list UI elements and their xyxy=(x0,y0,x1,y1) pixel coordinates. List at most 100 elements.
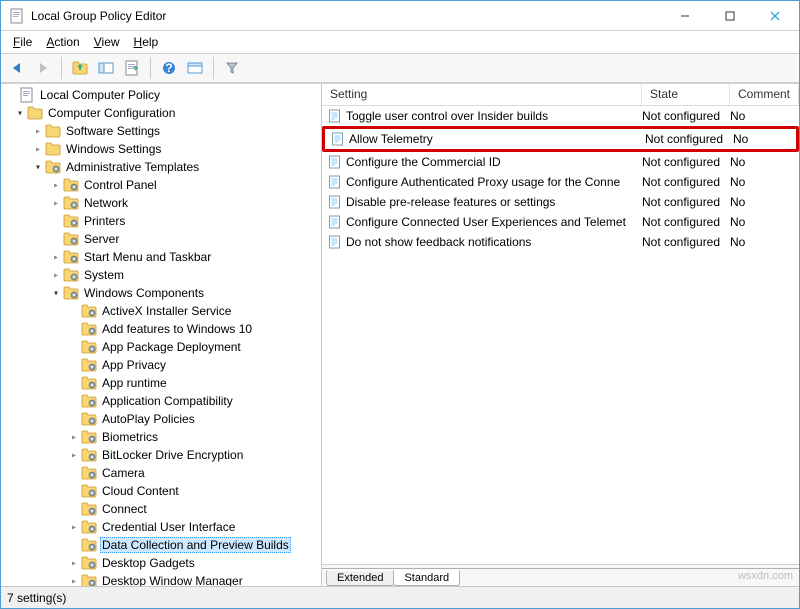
tree-software-settings[interactable]: Software Settings xyxy=(3,122,321,140)
setting-name: Do not show feedback notifications xyxy=(346,235,531,249)
policy-icon xyxy=(328,109,342,123)
setting-name: Configure the Commercial ID xyxy=(346,155,501,169)
folder-gear-icon xyxy=(81,358,97,372)
tree-wc-apppkg[interactable]: App Package Deployment xyxy=(3,338,321,356)
column-setting[interactable]: Setting xyxy=(322,84,642,105)
menu-help[interactable]: Help xyxy=(128,33,165,51)
policy-icon xyxy=(328,215,342,229)
tree-wc-activex[interactable]: ActiveX Installer Service xyxy=(3,302,321,320)
app-icon xyxy=(9,8,25,24)
folder-gear-icon xyxy=(81,448,97,462)
setting-row[interactable]: Configure the Commercial ID Not configure… xyxy=(322,152,799,172)
forward-button[interactable] xyxy=(31,56,55,80)
statusbar: 7 setting(s) xyxy=(1,586,799,608)
menu-view[interactable]: View xyxy=(88,33,126,51)
tree-pane[interactable]: Local Computer Policy Computer Configura… xyxy=(1,84,322,586)
setting-state: Not configured xyxy=(642,155,730,169)
show-hide-tree-button[interactable] xyxy=(94,56,118,80)
tree-root[interactable]: Local Computer Policy xyxy=(3,86,321,104)
setting-row[interactable]: Toggle user control over Insider buildsN… xyxy=(322,106,799,126)
minimize-button[interactable] xyxy=(662,5,707,27)
column-state[interactable]: State xyxy=(642,84,730,105)
setting-state: Not configured xyxy=(645,132,733,146)
folder-gear-icon xyxy=(45,160,61,174)
maximize-button[interactable] xyxy=(707,5,752,27)
tree-wc-credui[interactable]: Credential User Interface xyxy=(3,518,321,536)
window-title: Local Group Policy Editor xyxy=(31,9,662,23)
tree-windows-settings[interactable]: Windows Settings xyxy=(3,140,321,158)
tree-wc-gadgets[interactable]: Desktop Gadgets xyxy=(3,554,321,572)
setting-comment: No xyxy=(730,195,799,209)
folder-gear-icon xyxy=(81,322,97,336)
setting-state: Not configured xyxy=(642,215,730,229)
policy-icon xyxy=(328,175,342,189)
setting-state: Not configured xyxy=(642,175,730,189)
tree-wc-clouddoc[interactable]: Cloud Content xyxy=(3,482,321,500)
folder-gear-icon xyxy=(81,466,97,480)
help-button[interactable]: ? xyxy=(157,56,181,80)
document-icon xyxy=(19,87,35,103)
settings-list[interactable]: Setting State Comment Toggle user contro… xyxy=(322,84,799,564)
tree-server[interactable]: Server xyxy=(3,230,321,248)
setting-row[interactable]: Configure Connected User Experiences and… xyxy=(322,212,799,232)
tree-printers[interactable]: Printers xyxy=(3,212,321,230)
close-button[interactable] xyxy=(752,5,797,27)
folder-gear-icon xyxy=(63,196,79,210)
tree-wc-appcompat[interactable]: Application Compatibility xyxy=(3,392,321,410)
tab-extended[interactable]: Extended xyxy=(326,570,394,586)
folder-gear-icon xyxy=(81,574,97,586)
export-list-button[interactable] xyxy=(120,56,144,80)
folder-gear-icon xyxy=(81,538,97,552)
back-button[interactable] xyxy=(5,56,29,80)
menu-action[interactable]: Action xyxy=(40,33,85,51)
tree-wc-autoplay[interactable]: AutoPlay Policies xyxy=(3,410,321,428)
folder-gear-icon xyxy=(81,556,97,570)
tree-system[interactable]: System xyxy=(3,266,321,284)
tree-windows-components[interactable]: Windows Components xyxy=(3,284,321,302)
tree-wc-connect[interactable]: Connect xyxy=(3,500,321,518)
tree-wc-addfeat[interactable]: Add features to Windows 10 xyxy=(3,320,321,338)
highlighted-setting: Allow TelemetryNot configuredNo xyxy=(322,126,799,152)
setting-row[interactable]: Allow TelemetryNot configuredNo xyxy=(325,129,796,149)
tree-wc-datacoll[interactable]: Data Collection and Preview Builds xyxy=(3,536,321,554)
folder-gear-icon xyxy=(63,232,79,246)
setting-name: Configure Authenticated Proxy usage for … xyxy=(346,175,620,189)
setting-row[interactable]: Disable pre-release features or settings… xyxy=(322,192,799,212)
setting-comment: No xyxy=(730,155,799,169)
tree-wc-apprun[interactable]: App runtime xyxy=(3,374,321,392)
folder-icon xyxy=(45,124,61,138)
properties-button[interactable] xyxy=(183,56,207,80)
setting-state: Not configured xyxy=(642,235,730,249)
column-comment[interactable]: Comment xyxy=(730,84,799,105)
tree-wc-dwm[interactable]: Desktop Window Manager xyxy=(3,572,321,586)
tree-wc-camera[interactable]: Camera xyxy=(3,464,321,482)
status-text: 7 setting(s) xyxy=(7,591,66,605)
tree-control-panel[interactable]: Control Panel xyxy=(3,176,321,194)
folder-gear-icon xyxy=(81,394,97,408)
tree-computer-configuration[interactable]: Computer Configuration xyxy=(3,104,321,122)
filter-button[interactable] xyxy=(220,56,244,80)
tree-administrative-templates[interactable]: Administrative Templates xyxy=(3,158,321,176)
menu-file[interactable]: File xyxy=(7,33,38,51)
setting-comment: No xyxy=(730,235,799,249)
policy-icon xyxy=(331,132,345,146)
up-button[interactable] xyxy=(68,56,92,80)
policy-icon xyxy=(328,195,342,209)
tree-wc-bitlocker[interactable]: BitLocker Drive Encryption xyxy=(3,446,321,464)
setting-state: Not configured xyxy=(642,109,730,123)
folder-gear-icon xyxy=(81,304,97,318)
tab-standard[interactable]: Standard xyxy=(393,570,460,586)
setting-row[interactable]: Do not show feedback notifications Not co… xyxy=(322,232,799,252)
folder-gear-icon xyxy=(81,340,97,354)
details-pane: Setting State Comment Toggle user contro… xyxy=(322,84,799,586)
setting-name: Configure Connected User Experiences and… xyxy=(346,215,626,229)
setting-comment: No xyxy=(730,175,799,189)
folder-gear-icon xyxy=(81,430,97,444)
setting-row[interactable]: Configure Authenticated Proxy usage for … xyxy=(322,172,799,192)
tree-wc-biom[interactable]: Biometrics xyxy=(3,428,321,446)
tree-start-menu[interactable]: Start Menu and Taskbar xyxy=(3,248,321,266)
tree-wc-apppriv[interactable]: App Privacy xyxy=(3,356,321,374)
folder-gear-icon xyxy=(81,502,97,516)
tree-network[interactable]: Network xyxy=(3,194,321,212)
folder-gear-icon xyxy=(63,214,79,228)
